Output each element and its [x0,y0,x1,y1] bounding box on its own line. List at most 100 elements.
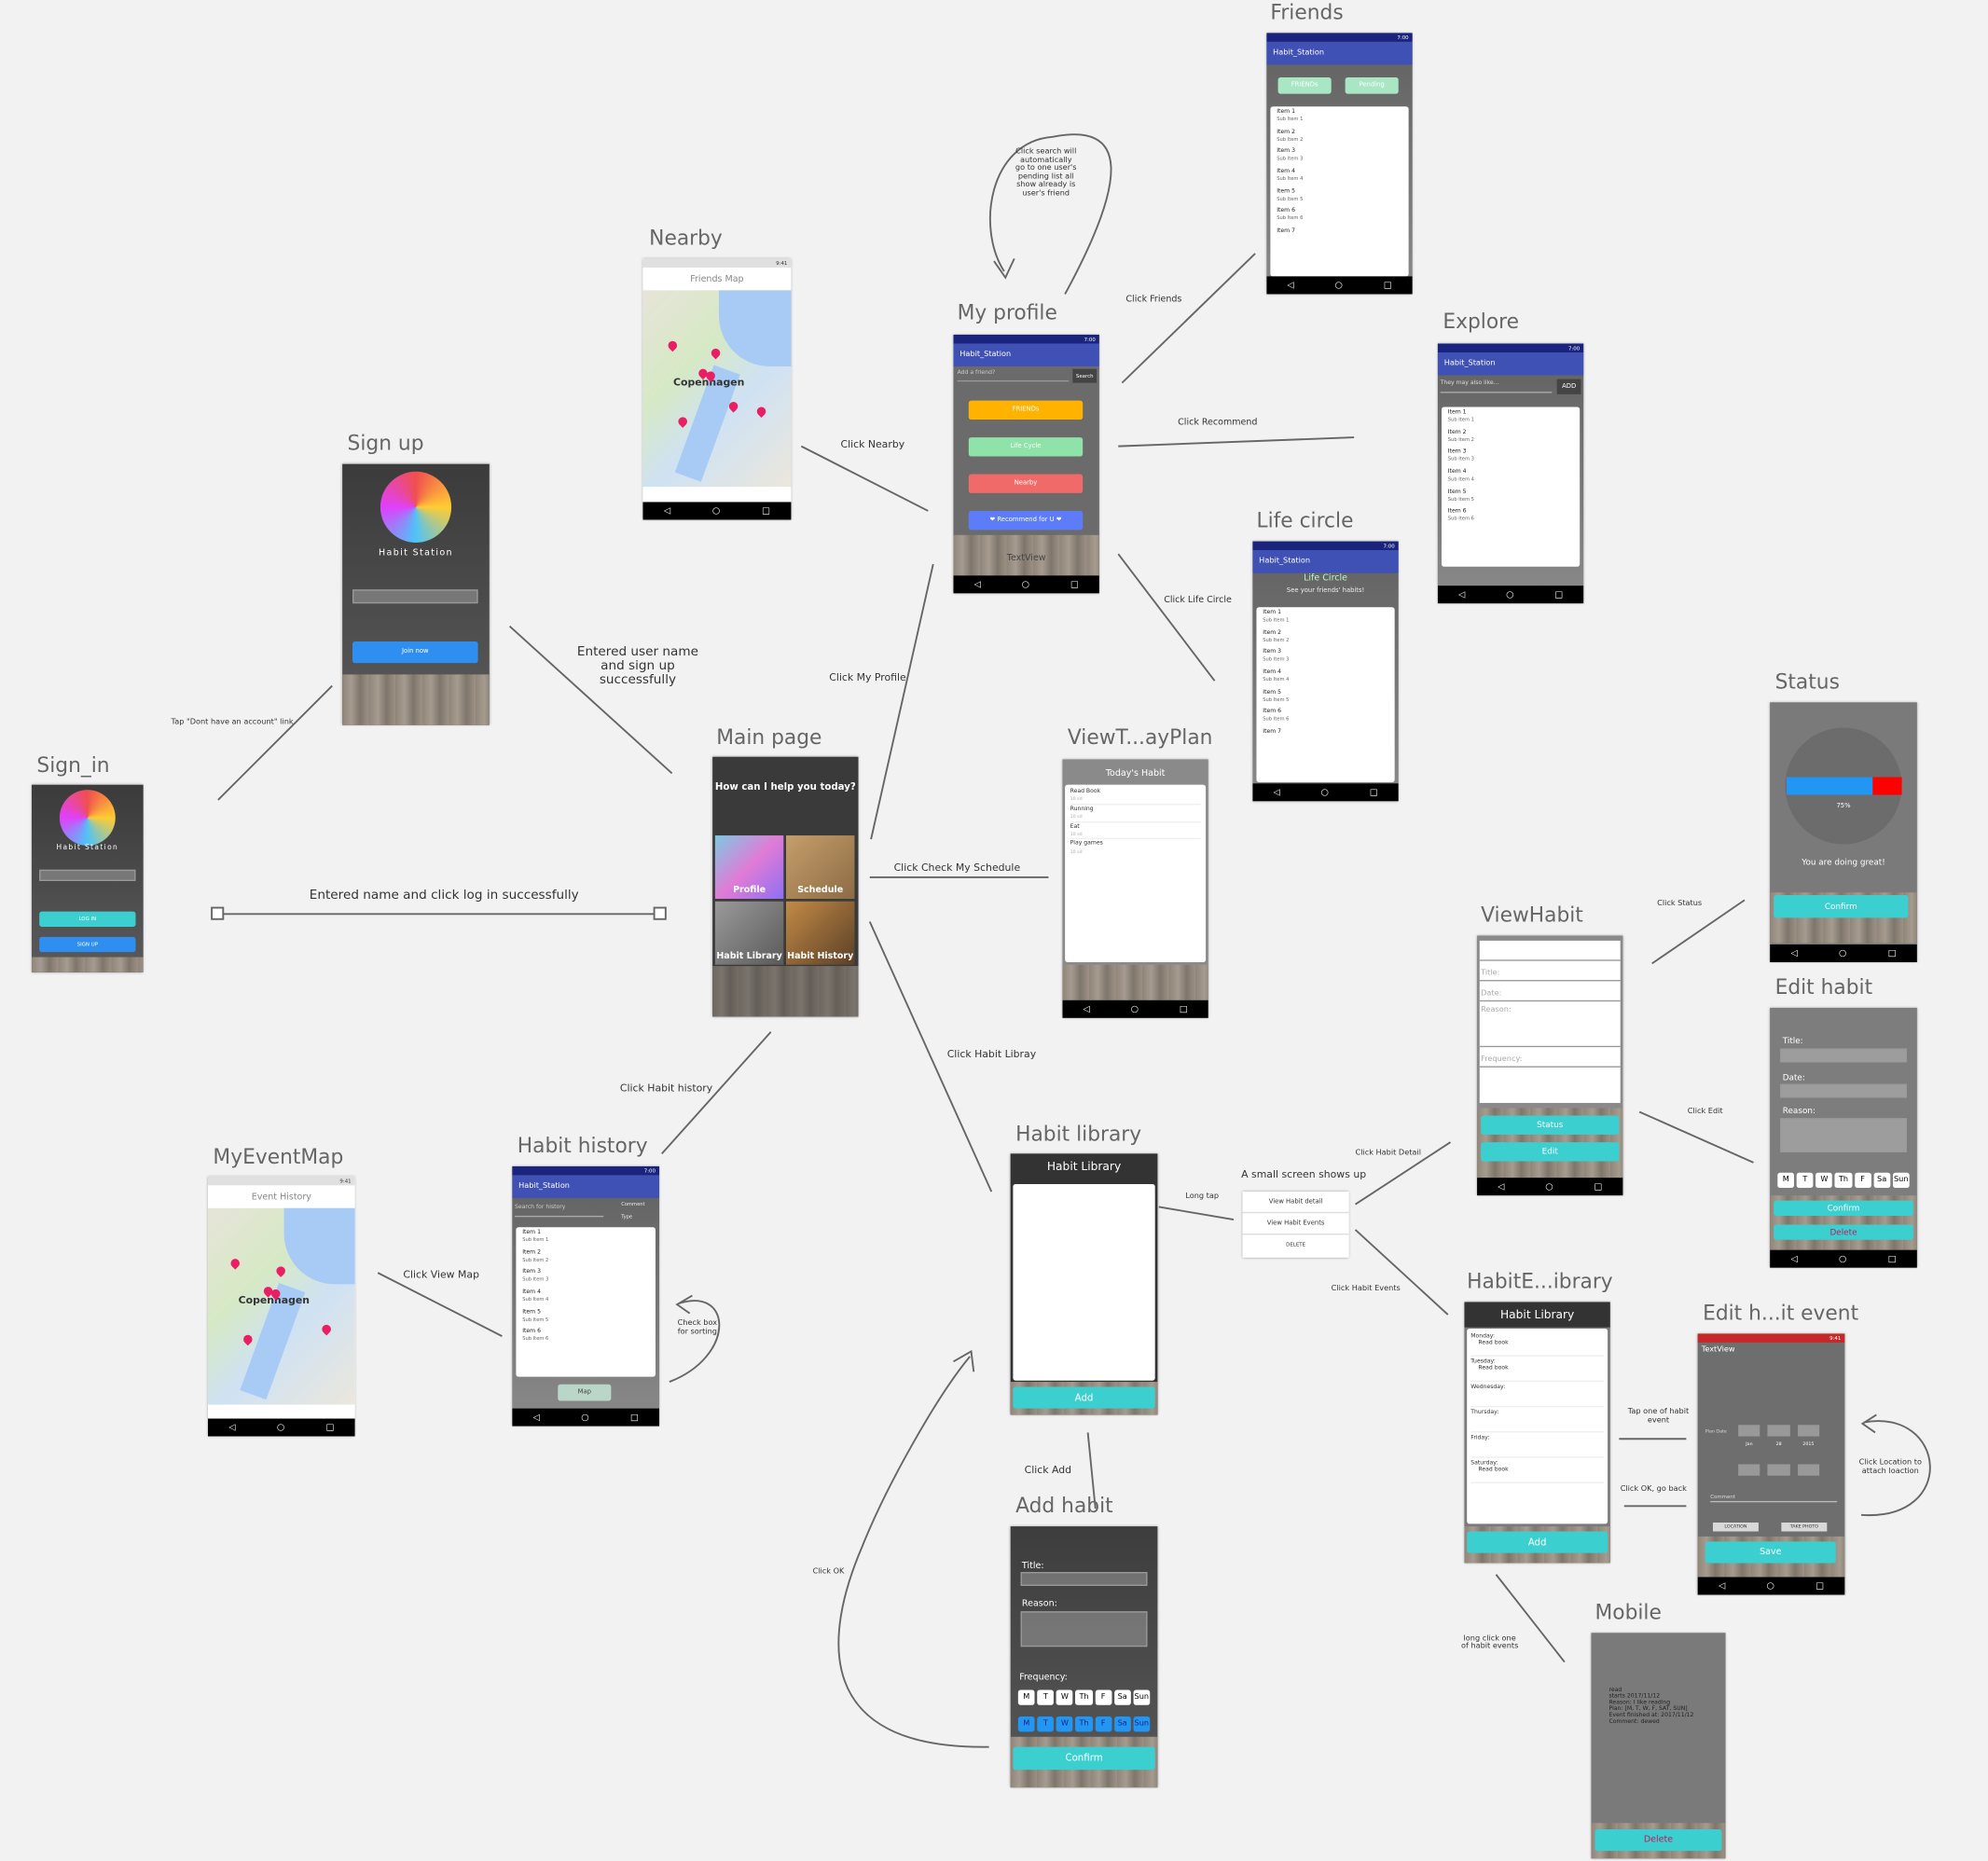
day-selector-blue[interactable]: M T W Th F Sa Sun [1017,1716,1151,1732]
list-item[interactable]: Item 7 [1256,726,1394,738]
join-now-button[interactable]: Join now [352,641,478,664]
event-day-row[interactable]: Tuesday: Read book [1470,1357,1605,1383]
list-item[interactable]: Item 3 Sub Item 3 [516,1267,656,1287]
recents-icon[interactable]: □ [326,1423,335,1433]
day-toggle[interactable]: Sa [1113,1716,1131,1732]
explore-input[interactable]: They may also like... [1440,380,1553,393]
date-picker[interactable]: Jan 28 2015 [1738,1425,1820,1476]
day-toggle[interactable]: W [1815,1172,1833,1189]
status-button[interactable]: Status [1481,1115,1620,1135]
save-button[interactable]: Save [1705,1541,1836,1564]
recommend-button[interactable]: ❤ Recommend for U ❤ [968,510,1084,531]
add-button[interactable]: Add [1467,1531,1608,1553]
nearby-button[interactable]: Nearby [968,474,1084,493]
home-icon[interactable]: ○ [1321,787,1329,797]
map-pin[interactable] [228,1257,242,1270]
day-selector-white[interactable]: M T W Th F Sa Sun [1017,1689,1151,1705]
confirm-button[interactable]: Confirm [1013,1746,1155,1771]
home-icon[interactable]: ○ [1335,280,1343,290]
tab-friends[interactable]: FRIENDs [1277,76,1332,94]
event-day-row[interactable]: Saturday: Read book [1470,1458,1605,1483]
day-toggle[interactable]: Sa [1873,1172,1891,1189]
add-friend-input[interactable]: Add a friend? [957,370,1070,382]
list-item[interactable]: Item 5 Sub Item 5 [1442,487,1580,506]
home-icon[interactable]: ○ [1131,1004,1139,1014]
up-box[interactable] [1767,1425,1790,1437]
back-icon[interactable]: ◁ [1790,1254,1797,1264]
location-button[interactable]: LOCATION [1712,1522,1759,1532]
reason-input[interactable] [1020,1611,1148,1647]
map-pin[interactable] [676,415,689,428]
recents-icon[interactable]: □ [1180,1004,1188,1014]
list-item[interactable]: Item 5 Sub Item 5 [1270,186,1408,206]
comment-input[interactable]: Comment [1710,1494,1838,1503]
search-button[interactable]: Search [1072,368,1098,383]
day-toggle[interactable]: M [1017,1689,1035,1705]
schedule-tile[interactable]: Schedule [786,835,855,900]
map-view[interactable]: Copenhagen [642,290,792,488]
map-button[interactable]: Map [558,1384,612,1401]
today-row[interactable]: Read Book [1070,787,1201,796]
up-box[interactable] [1797,1425,1820,1437]
home-icon[interactable]: ○ [277,1423,284,1433]
event-day-row[interactable]: Wednesday: [1470,1382,1605,1408]
day-toggle[interactable]: Sun [1133,1716,1151,1732]
list-item[interactable]: Item 2 Sub Item 2 [1256,627,1394,647]
recents-icon[interactable]: □ [630,1413,639,1423]
back-icon[interactable]: ◁ [228,1423,235,1433]
day-toggle[interactable]: Sa [1113,1689,1131,1705]
day-toggle[interactable]: T [1037,1689,1055,1705]
delete-button[interactable]: Delete [1595,1829,1722,1852]
list-item[interactable]: Item 5 Sub Item 5 [516,1307,656,1327]
add-button[interactable]: Add [1013,1386,1155,1409]
day-toggle[interactable]: Sun [1892,1172,1910,1189]
back-icon[interactable]: ◁ [1273,787,1279,797]
map-pin[interactable] [274,1264,287,1277]
day-toggle[interactable]: M [1777,1172,1795,1189]
today-row[interactable]: Play games [1070,840,1201,849]
day-toggle[interactable]: T [1796,1172,1814,1189]
day-toggle[interactable]: F [1095,1716,1112,1732]
title-input[interactable] [1780,1048,1907,1063]
recents-icon[interactable]: □ [1888,1254,1897,1264]
up-box[interactable] [1738,1425,1760,1437]
list-item[interactable]: Item 1 Sub Item 1 [1442,407,1580,426]
type-checkbox[interactable]: Type [621,1213,632,1220]
home-icon[interactable]: ○ [1545,1181,1553,1192]
list-item[interactable]: Item 1 Sub Item 1 [516,1227,656,1247]
back-icon[interactable]: ◁ [973,579,980,589]
back-icon[interactable]: ◁ [532,1413,539,1423]
habit-history-tile[interactable]: Habit History [786,901,855,965]
recents-icon[interactable]: □ [1070,579,1079,589]
add-button[interactable]: ADD [1556,379,1581,394]
down-box[interactable] [1797,1463,1820,1476]
home-icon[interactable]: ○ [1767,1581,1774,1592]
list-item[interactable]: Item 4 Sub Item 4 [1270,166,1408,186]
confirm-button[interactable]: Confirm [1774,1200,1913,1216]
list-item[interactable]: Item 5 Sub Item 5 [1256,687,1394,707]
list-item[interactable]: Item 4 Sub Item 4 [1256,667,1394,686]
today-row[interactable]: Eat [1070,822,1201,832]
event-day-row[interactable]: Monday: Read book [1470,1331,1605,1357]
list-item[interactable]: Item 3 Sub Item 3 [1270,146,1408,166]
list-item[interactable]: Item 6 Sub Item 6 [1270,206,1408,226]
confirm-button[interactable]: Confirm [1774,894,1909,918]
recents-icon[interactable]: □ [1554,589,1563,600]
list-item[interactable]: Item 6 Sub Item 6 [1442,506,1580,526]
map-pin[interactable] [754,405,768,418]
list-item[interactable]: Item 3 Sub Item 3 [1256,647,1394,667]
reason-input[interactable] [1780,1118,1907,1152]
habit-library-tile[interactable]: Habit Library [714,901,784,965]
recents-icon[interactable]: □ [1815,1581,1824,1592]
username-input[interactable] [39,869,136,881]
recents-icon[interactable]: □ [1384,280,1392,290]
edit-button[interactable]: Edit [1481,1142,1620,1162]
view-habit-events-item[interactable]: View Habit Events [1242,1213,1349,1235]
profile-tile[interactable]: Profile [714,835,784,900]
day-toggle[interactable]: Th [1075,1689,1093,1705]
comment-checkbox[interactable]: Comment [621,1201,644,1207]
day-toggle[interactable]: W [1056,1716,1073,1732]
home-icon[interactable]: ○ [1506,589,1513,600]
day-toggle[interactable]: Th [1075,1716,1093,1732]
log-in-button[interactable]: LOG IN [39,911,136,927]
